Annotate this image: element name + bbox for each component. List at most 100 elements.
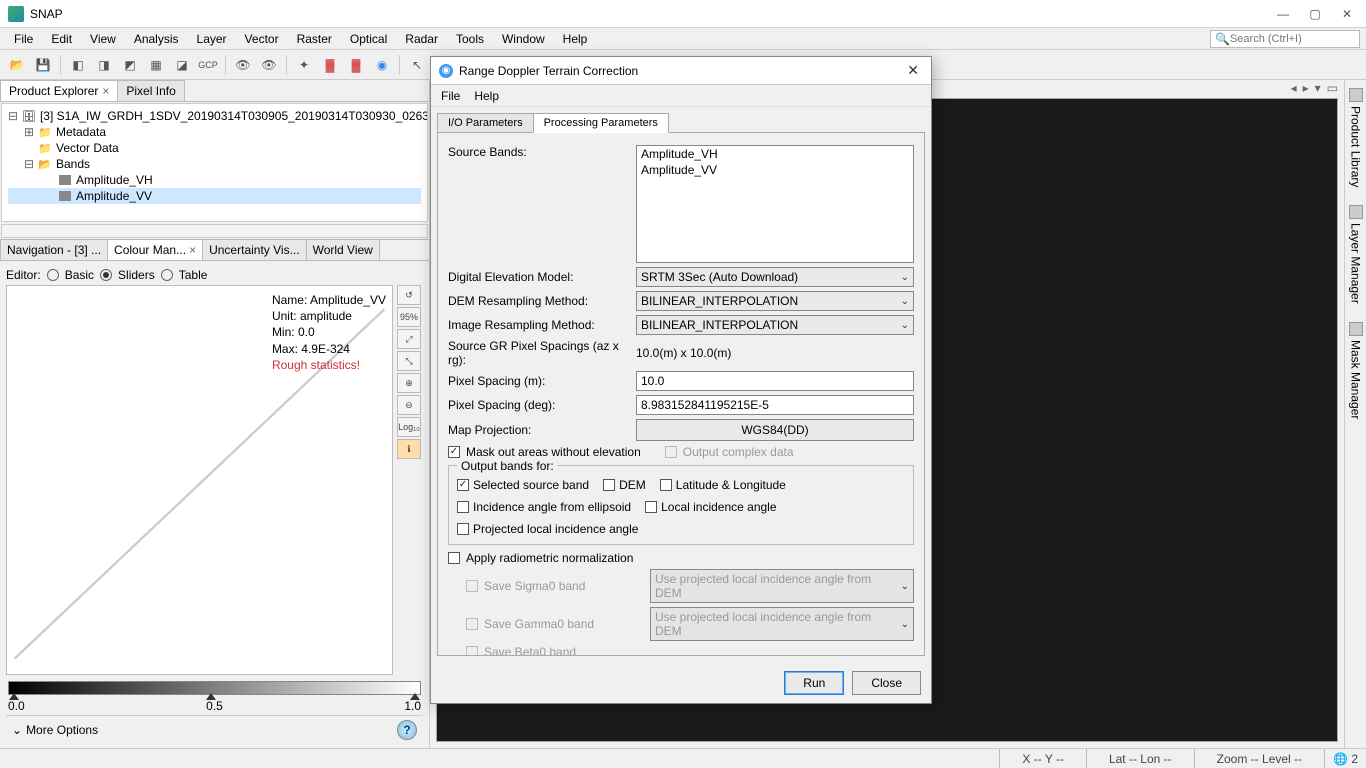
source-bands-listbox[interactable]: Amplitude_VH Amplitude_VV	[636, 145, 914, 263]
rail-layer-manager[interactable]: Layer Manager	[1349, 201, 1363, 308]
img-resamp-dropdown[interactable]: BILINEAR_INTERPOLATION⌄	[636, 315, 914, 335]
menu-analysis[interactable]: Analysis	[126, 30, 187, 48]
list-item[interactable]: Amplitude_VV	[637, 162, 913, 178]
tool-grid-icon[interactable]: ▦	[145, 54, 167, 76]
tool-spectrum-icon[interactable]: ✦	[293, 54, 315, 76]
tool-view2-icon[interactable]: 👁	[258, 54, 280, 76]
btn-info-icon[interactable]: ℹ	[397, 439, 421, 459]
dialog-titlebar[interactable]: ◉ Range Doppler Terrain Correction ✕	[431, 57, 931, 85]
chk-dem[interactable]	[603, 479, 615, 491]
tool-roi-icon[interactable]: ◩	[119, 54, 141, 76]
btn-reset-icon[interactable]: ↺	[397, 285, 421, 305]
menu-layer[interactable]: Layer	[189, 30, 235, 48]
tab-navigation[interactable]: Navigation - [3] ...	[0, 239, 108, 261]
btn-zoomout-icon[interactable]: ⊖	[397, 395, 421, 415]
rail-product-library[interactable]: Product Library	[1349, 84, 1363, 191]
tool-view1-icon[interactable]: 👁	[232, 54, 254, 76]
menu-window[interactable]: Window	[494, 30, 553, 48]
tree-hscrollbar[interactable]	[1, 224, 428, 238]
tab-processing-parameters[interactable]: Processing Parameters	[533, 113, 669, 133]
close-icon[interactable]: ×	[102, 84, 109, 98]
menu-help[interactable]: Help	[555, 30, 596, 48]
tree-product[interactable]: ⊟🗄[3] S1A_IW_GRDH_1SDV_20190314T030905_2…	[8, 108, 421, 124]
tab-product-explorer[interactable]: Product Explorer ×	[0, 80, 118, 101]
chevron-icon[interactable]: ⌄	[12, 723, 22, 737]
nav-max-icon[interactable]: ▭	[1327, 81, 1338, 95]
tree-vector-data[interactable]: 📁Vector Data	[8, 140, 421, 156]
tree-band-vh[interactable]: Amplitude_VH	[8, 172, 421, 188]
tool-raster2-icon[interactable]: ▓	[345, 54, 367, 76]
pixel-spacing-deg-input[interactable]	[636, 395, 914, 415]
btn-log10[interactable]: Log₁₀	[397, 417, 421, 437]
btn-stretch-icon[interactable]: ⤢	[397, 329, 421, 349]
tab-pixel-info[interactable]: Pixel Info	[117, 80, 184, 101]
dialog-close-icon[interactable]: ✕	[903, 62, 923, 79]
gradient-slider[interactable]	[8, 681, 421, 695]
close-button[interactable]: Close	[852, 671, 921, 695]
nav-prev-icon[interactable]: ◂	[1291, 81, 1297, 95]
tab-io-parameters[interactable]: I/O Parameters	[437, 113, 534, 133]
tab-world-view[interactable]: World View	[306, 239, 380, 261]
tab-uncertainty-vis[interactable]: Uncertainty Vis...	[202, 239, 306, 261]
tab-colour-manipulation[interactable]: Colour Man...×	[107, 239, 203, 261]
radio-sliders[interactable]	[100, 269, 112, 281]
chk-latlon[interactable]	[660, 479, 672, 491]
tool-pointer-icon[interactable]: ↖	[406, 54, 428, 76]
search-input[interactable]	[1230, 33, 1355, 45]
menu-view[interactable]: View	[82, 30, 124, 48]
maximize-button[interactable]: ▢	[1308, 7, 1322, 21]
pixel-spacing-m-input[interactable]	[636, 371, 914, 391]
nav-dropdown-icon[interactable]: ▾	[1315, 81, 1321, 95]
histogram-canvas[interactable]: Name: Amplitude_VV Unit: amplitude Min: …	[6, 285, 393, 675]
list-item[interactable]: Amplitude_VH	[637, 146, 913, 162]
close-button[interactable]: ✕	[1340, 7, 1354, 21]
menu-radar[interactable]: Radar	[397, 30, 446, 48]
nav-next-icon[interactable]: ▸	[1303, 81, 1309, 95]
more-options-label[interactable]: More Options	[26, 723, 98, 737]
tool-vector-icon[interactable]: ◪	[171, 54, 193, 76]
btn-zoomin-icon[interactable]: ⊕	[397, 373, 421, 393]
btn-95pct[interactable]: 95%	[397, 307, 421, 327]
tree-band-vv[interactable]: Amplitude_VV	[8, 188, 421, 204]
slider-handle-right[interactable]	[410, 693, 420, 700]
minimize-button[interactable]: —	[1276, 7, 1290, 21]
search-box[interactable]: 🔍	[1210, 30, 1360, 48]
dem-resamp-dropdown[interactable]: BILINEAR_INTERPOLATION⌄	[636, 291, 914, 311]
chk-mask-elevation[interactable]	[448, 446, 460, 458]
menu-vector[interactable]: Vector	[237, 30, 287, 48]
tool-layer-icon[interactable]: ◧	[67, 54, 89, 76]
lbl-gamma: Save Gamma0 band	[484, 617, 644, 631]
menu-optical[interactable]: Optical	[342, 30, 395, 48]
tree-bands[interactable]: ⊟📂Bands	[8, 156, 421, 172]
slider-handle-mid[interactable]	[206, 693, 216, 700]
map-projection-button[interactable]: WGS84(DD)	[636, 419, 914, 441]
tool-raster1-icon[interactable]: ▓	[319, 54, 341, 76]
slider-handle-left[interactable]	[9, 693, 19, 700]
run-button[interactable]: Run	[784, 671, 844, 695]
tool-gcp-icon[interactable]: GCP	[197, 54, 219, 76]
tool-mask-icon[interactable]: ◨	[93, 54, 115, 76]
product-tree[interactable]: ⊟🗄[3] S1A_IW_GRDH_1SDV_20190314T030905_2…	[1, 103, 428, 222]
radio-basic[interactable]	[47, 269, 59, 281]
menu-edit[interactable]: Edit	[43, 30, 80, 48]
tool-open-icon[interactable]: 📂	[6, 54, 28, 76]
help-icon[interactable]: ?	[397, 720, 417, 740]
chk-selected-source[interactable]	[457, 479, 469, 491]
tree-metadata[interactable]: ⊞📁Metadata	[8, 124, 421, 140]
close-icon[interactable]: ×	[189, 243, 196, 257]
dlg-menu-file[interactable]: File	[441, 89, 460, 103]
menu-raster[interactable]: Raster	[289, 30, 340, 48]
tool-save-icon[interactable]: 💾	[32, 54, 54, 76]
tool-globe-icon[interactable]: ◉	[371, 54, 393, 76]
menu-tools[interactable]: Tools	[448, 30, 492, 48]
menu-file[interactable]: File	[6, 30, 41, 48]
chk-local-incidence[interactable]	[645, 501, 657, 513]
chk-proj-local-incidence[interactable]	[457, 523, 469, 535]
dem-dropdown[interactable]: SRTM 3Sec (Auto Download)⌄	[636, 267, 914, 287]
dlg-menu-help[interactable]: Help	[474, 89, 499, 103]
chk-inc-ellipsoid[interactable]	[457, 501, 469, 513]
chk-apply-radiometric[interactable]	[448, 552, 460, 564]
radio-table[interactable]	[161, 269, 173, 281]
btn-shrink-icon[interactable]: ⤡	[397, 351, 421, 371]
rail-mask-manager[interactable]: Mask Manager	[1349, 318, 1363, 423]
